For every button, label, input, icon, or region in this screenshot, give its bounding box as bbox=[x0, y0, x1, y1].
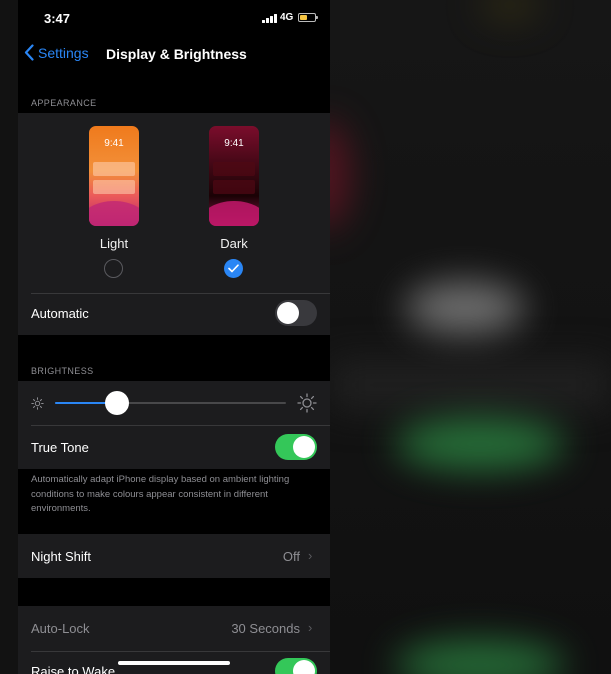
dark-label: Dark bbox=[220, 236, 248, 251]
appearance-section-header: APPEARANCE bbox=[31, 98, 97, 108]
auto-lock-value: 30 Seconds bbox=[231, 621, 300, 636]
battery-icon bbox=[298, 13, 318, 22]
status-time: 3:47 bbox=[44, 11, 71, 26]
raise-to-wake-toggle[interactable] bbox=[275, 658, 317, 674]
chevron-right-icon: › bbox=[308, 548, 313, 563]
page-title: Display & Brightness bbox=[106, 46, 247, 62]
light-label: Light bbox=[99, 236, 129, 251]
sun-large-icon bbox=[297, 393, 317, 413]
brightness-slider[interactable] bbox=[55, 402, 286, 404]
auto-lock-label: Auto-Lock bbox=[31, 621, 90, 636]
network-type: 4G bbox=[280, 12, 294, 23]
chevron-right-icon: › bbox=[308, 620, 313, 635]
raise-to-wake-label: Raise to Wake bbox=[31, 664, 116, 674]
automatic-label: Automatic bbox=[31, 306, 89, 321]
back-label: Settings bbox=[38, 44, 89, 61]
night-shift-label: Night Shift bbox=[31, 549, 91, 564]
home-indicator bbox=[118, 661, 230, 665]
chevron-left-icon bbox=[24, 44, 34, 61]
checkmark-icon bbox=[228, 264, 239, 273]
automatic-toggle[interactable] bbox=[275, 300, 317, 326]
navigation-bar: Settings Display & Brightness bbox=[18, 36, 330, 74]
screen: 3:47 4G Settings Display & Brightness AP… bbox=[0, 0, 611, 674]
status-bar: 3:47 4G bbox=[18, 0, 330, 36]
brightness-section-header: BRIGHTNESS bbox=[31, 366, 94, 376]
blurred-background bbox=[330, 0, 611, 674]
true-tone-description: Automatically adapt iPhone display based… bbox=[31, 474, 290, 514]
dark-mode-preview[interactable]: 9:41 bbox=[209, 126, 259, 226]
sun-small-icon bbox=[31, 397, 44, 410]
light-radio[interactable] bbox=[104, 259, 123, 278]
night-shift-value: Off bbox=[282, 549, 300, 564]
dark-radio[interactable] bbox=[224, 259, 243, 278]
back-button[interactable]: Settings bbox=[24, 44, 89, 61]
true-tone-label: True Tone bbox=[31, 440, 89, 455]
true-tone-toggle[interactable] bbox=[275, 434, 317, 460]
light-mode-preview[interactable]: 9:41 bbox=[89, 126, 139, 226]
settings-panel: 3:47 4G Settings Display & Brightness AP… bbox=[18, 0, 330, 674]
signal-icon bbox=[262, 13, 277, 23]
